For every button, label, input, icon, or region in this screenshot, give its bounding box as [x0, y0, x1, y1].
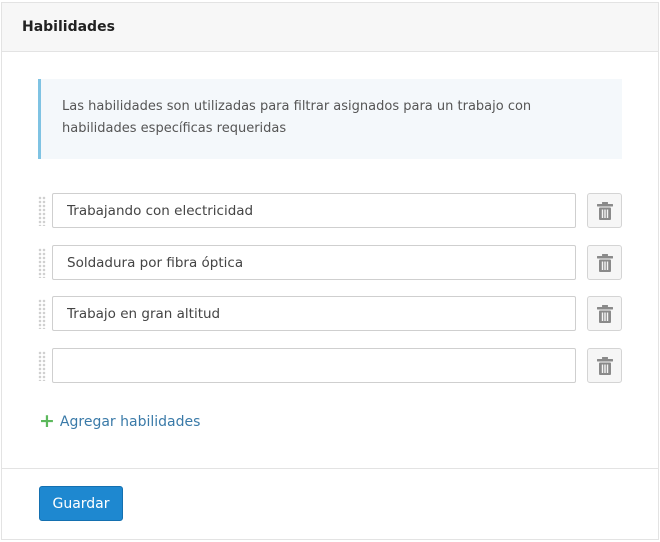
trash-icon: [596, 201, 613, 220]
footer-divider: [2, 468, 658, 469]
save-button[interactable]: Guardar: [39, 486, 123, 521]
skill-input[interactable]: [52, 193, 576, 228]
delete-skill-button[interactable]: [587, 245, 622, 280]
skill-row: [38, 296, 622, 332]
add-skills-label: Agregar habilidades: [59, 413, 201, 430]
plus-icon: +: [39, 410, 55, 432]
add-skills-link[interactable]: + Agregar habilidades: [39, 412, 200, 431]
delete-skill-button[interactable]: [587, 348, 622, 383]
drag-handle-icon[interactable]: [38, 351, 46, 381]
skill-input[interactable]: [52, 348, 576, 383]
skill-row: [38, 193, 622, 229]
delete-skill-button[interactable]: [587, 193, 622, 228]
drag-handle-icon[interactable]: [38, 248, 46, 278]
trash-icon: [596, 356, 613, 375]
info-text: Las habilidades son utilizadas para filt…: [62, 99, 532, 136]
skill-input[interactable]: [52, 296, 576, 331]
skill-row: [38, 348, 622, 384]
trash-icon: [596, 304, 613, 323]
drag-handle-icon[interactable]: [38, 196, 46, 226]
info-callout: Las habilidades son utilizadas para filt…: [38, 79, 622, 159]
panel-title: Habilidades: [22, 19, 115, 35]
delete-skill-button[interactable]: [587, 296, 622, 331]
skill-input[interactable]: [52, 245, 576, 280]
panel-header: Habilidades: [2, 3, 658, 52]
trash-icon: [596, 253, 613, 272]
skill-row: [38, 245, 622, 281]
drag-handle-icon[interactable]: [38, 299, 46, 329]
skills-panel: Habilidades Las habilidades son utilizad…: [1, 2, 659, 540]
